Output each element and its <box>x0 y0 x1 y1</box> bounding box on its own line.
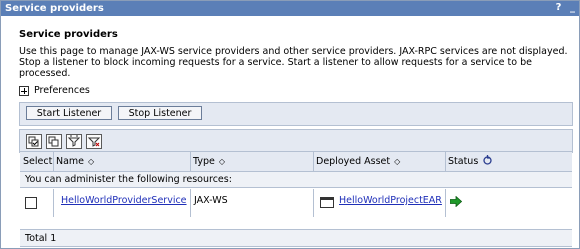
row-select-checkbox[interactable] <box>25 197 37 209</box>
portlet-title: Service providers <box>5 3 104 14</box>
type-cell: JAX-WS <box>190 189 314 217</box>
help-icon[interactable]: ? <box>553 2 564 14</box>
start-listener-button[interactable]: Start Listener <box>26 106 112 120</box>
application-icon <box>320 197 334 208</box>
table-toolbar <box>19 129 573 153</box>
refresh-status-icon[interactable] <box>482 154 493 173</box>
header-type[interactable]: Type ◇ <box>190 152 314 171</box>
service-name-link[interactable]: HelloWorldProviderService <box>61 195 187 206</box>
header-type-label[interactable]: Type <box>193 156 215 167</box>
header-select: Select <box>20 152 54 171</box>
header-status-label[interactable]: Status <box>448 156 478 167</box>
deployed-asset-link[interactable]: HelloWorldProjectEAR <box>339 195 442 206</box>
started-arrow-icon <box>449 195 463 210</box>
header-select-label: Select <box>23 156 53 167</box>
sort-icon[interactable]: ◇ <box>219 152 225 171</box>
sort-icon[interactable]: ◇ <box>394 152 400 171</box>
header-status[interactable]: Status <box>445 152 572 171</box>
header-deployed-asset[interactable]: Deployed Asset ◇ <box>313 152 446 171</box>
deselect-all-icon[interactable] <box>46 134 62 149</box>
service-type: JAX-WS <box>194 195 228 206</box>
select-cell <box>20 189 54 217</box>
sort-icon[interactable]: ◇ <box>88 152 94 171</box>
page-description: Use this page to manage JAX-WS service p… <box>19 46 568 79</box>
total-count: Total 1 <box>25 233 57 244</box>
table-row: HelloWorldProviderService JAX-WS HelloWo… <box>20 189 572 217</box>
resources-message-row: You can administer the following resourc… <box>20 172 572 188</box>
button-bar: Start Listener Stop Listener <box>19 102 573 126</box>
name-cell: HelloWorldProviderService <box>53 189 191 217</box>
expand-plus-icon[interactable] <box>19 86 29 96</box>
table-total-row: Total 1 <box>20 229 572 247</box>
preferences-label[interactable]: Preferences <box>34 85 90 96</box>
stop-listener-button[interactable]: Stop Listener <box>118 106 202 120</box>
show-filter-icon[interactable] <box>66 134 82 149</box>
header-deployed-asset-label[interactable]: Deployed Asset <box>316 156 390 167</box>
header-name[interactable]: Name ◇ <box>53 152 191 171</box>
deployed-asset-cell: HelloWorldProjectEAR <box>313 189 446 217</box>
select-all-icon[interactable] <box>26 134 42 149</box>
table-header-row: Select Name ◇ Type ◇ Deployed Asset ◇ Statu… <box>20 151 572 172</box>
service-providers-portlet: Service providers ? _ Service providers … <box>0 0 580 249</box>
portlet-titlebar: Service providers ? _ <box>1 1 579 16</box>
resources-message: You can administer the following resourc… <box>25 174 232 185</box>
clear-filter-icon[interactable] <box>86 134 102 149</box>
status-cell <box>445 189 572 217</box>
minimize-icon[interactable]: _ <box>567 2 578 14</box>
portlet-content: Service providers Use this page to manag… <box>1 16 579 248</box>
page-title: Service providers <box>19 29 118 40</box>
header-name-label[interactable]: Name <box>56 156 84 167</box>
